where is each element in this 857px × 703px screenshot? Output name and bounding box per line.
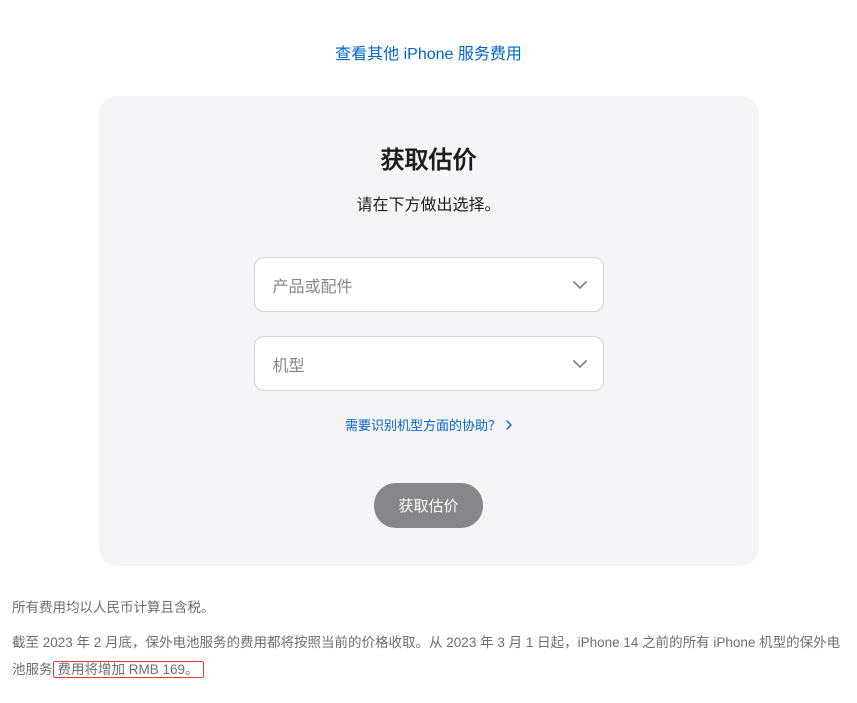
other-service-fees-link[interactable]: 查看其他 iPhone 服务费用 [335,46,522,63]
chevron-right-icon [506,420,512,430]
model-select-placeholder: 机型 [273,352,305,376]
help-link-wrap: 需要识别机型方面的协助？ [139,415,719,435]
top-link-wrap: 查看其他 iPhone 服务费用 [12,40,845,64]
price-increase-highlight: 费用将增加 RMB 169。 [53,661,204,678]
chevron-down-icon [573,280,587,289]
card-subtitle: 请在下方做出选择。 [139,191,719,215]
model-select[interactable]: 机型 [254,336,604,391]
product-select-placeholder: 产品或配件 [273,273,353,297]
product-select[interactable]: 产品或配件 [254,257,604,312]
estimate-card: 获取估价 请在下方做出选择。 产品或配件 机型 需要识别机型方面的协助？ 获取估… [99,96,759,566]
chevron-down-icon [573,359,587,368]
card-title: 获取估价 [139,140,719,175]
get-estimate-button[interactable]: 获取估价 [374,483,482,528]
help-link-text: 需要识别机型方面的协助？ [345,415,501,434]
identify-model-help-link[interactable]: 需要识别机型方面的协助？ [345,415,512,434]
button-wrap: 获取估价 [139,483,719,528]
price-change-note: 截至 2023 年 2 月底，保外电池服务的费用都将按照当前的价格收取。从 20… [12,629,845,683]
tax-note: 所有费用均以人民币计算且含税。 [12,594,845,621]
